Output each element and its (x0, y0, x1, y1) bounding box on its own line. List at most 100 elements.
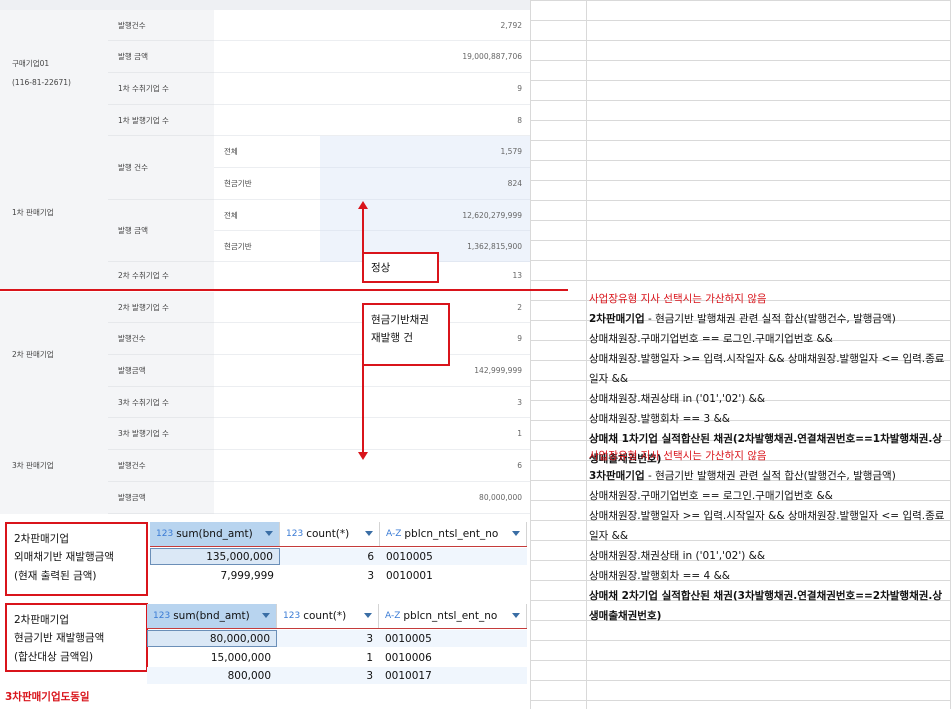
rule-warning: 사업장유형 지사 선택시는 가산하지 않음 (589, 293, 767, 305)
column-header-sum[interactable]: 123 sum(bnd_amt) (150, 522, 280, 546)
grid-cell[interactable]: 800,000 (147, 667, 277, 684)
table-row[interactable]: 800,000 3 0010017 (147, 667, 527, 684)
second-seller-foreign-note-box: 2차판매기업 외매채기반 재발행금액 (현재 출력된 금액) (5, 522, 148, 596)
rule-line: 상매채원장.발행일자 >= 입력.시작일자 && 상매채원장.발행일자 <= 입… (589, 509, 945, 542)
cash-reissue-note-line: 재발행 건 (371, 332, 413, 345)
rule-line: 상매채원장.채권상태 in ('01','02') && (589, 549, 766, 562)
row-label: 발행 건수 (108, 136, 214, 200)
cash-reissue-note-box: 현금기반채권 재발행 건 (362, 303, 450, 366)
rule-line: 상매채원장.발행회차 == 3 && (589, 412, 730, 425)
grid-cell[interactable]: 0010005 (379, 630, 527, 647)
row-label: 발행건수 (108, 450, 214, 482)
report-top-strip (0, 0, 530, 10)
row-label: 3차 발행기업 수 (108, 418, 214, 450)
rule-line: 상매채원장.구매기업번호 == 로그인.구매기업번호 && (589, 489, 833, 502)
row-value: 3 (214, 387, 530, 418)
spreadsheet-column-divider (586, 0, 587, 709)
row-label: 3차 수취기업 수 (108, 387, 214, 418)
numeric-type-icon: 123 (156, 529, 174, 539)
footer-note: 3차판매기업도동일 (5, 691, 90, 703)
table-row[interactable]: 7,999,999 3 0010001 (150, 567, 527, 584)
grid-cell[interactable]: 135,000,000 (150, 548, 280, 565)
row-value: 80,000,000 (214, 482, 530, 514)
row-value: 2,792 (214, 10, 530, 41)
row-label: 2차 수취기업 수 (108, 262, 214, 290)
grid-cell[interactable]: 3 (277, 667, 379, 684)
second-seller-cash-note-box: 2차판매기업 현금기반 재발행금액 (합산대상 금액임) (5, 603, 148, 672)
row-label: 발행 금액 (108, 41, 214, 73)
rule-title: 3차판매기업 (589, 469, 645, 482)
row-label: 발행건수 (108, 323, 214, 355)
rule-warning: 사업장유형 지사 선택시는 가산하지 않음 (589, 450, 767, 462)
third-seller-label: 3차 판매기업 (12, 461, 54, 471)
note-line: 현금기반 재발행금액 (14, 632, 105, 645)
numeric-type-icon: 123 (286, 529, 304, 539)
sort-dropdown-icon[interactable] (512, 613, 520, 618)
sub-row-label: 현금기반 (214, 231, 320, 262)
note-line: 외매채기반 재발행금액 (14, 551, 114, 564)
rule-desc: - 현금기반 발행채권 관련 실적 합산(발행건수, 발행금액) (644, 312, 896, 325)
row-label: 발행건수 (108, 10, 214, 41)
table-row[interactable]: 15,000,000 1 0010006 (147, 649, 527, 666)
rule-line: 상매채원장.채권상태 in ('01','02') && (589, 392, 766, 405)
column-header-sum[interactable]: 123 sum(bnd_amt) (147, 604, 277, 628)
grid-cell[interactable]: 3 (280, 567, 380, 584)
sort-dropdown-icon[interactable] (265, 531, 273, 536)
numeric-type-icon: 123 (283, 611, 301, 621)
note-line: (합산대상 금액임) (14, 650, 94, 663)
sort-dropdown-icon[interactable] (512, 531, 520, 536)
grid-cell[interactable]: 0010006 (379, 649, 527, 666)
row-label: 1차 발행기업 수 (108, 105, 214, 136)
grid-cell[interactable]: 0010017 (379, 667, 527, 684)
first-seller-group-cell: 1차 판매기업 (0, 136, 108, 290)
second-seller-label: 2차 판매기업 (12, 350, 54, 360)
column-header-count[interactable]: 123 count(*) (280, 522, 380, 546)
sub-row-label: 전체 (214, 136, 320, 168)
arrow-down-icon (358, 452, 368, 460)
second-seller-rule-text: 사업장유형 지사 선택시는 가산하지 않음 2차판매기업 - 현금기반 발행채권… (589, 290, 949, 469)
sort-dropdown-icon[interactable] (365, 531, 373, 536)
grid-cell[interactable]: 1 (277, 649, 379, 666)
first-seller-label: 1차 판매기업 (12, 208, 54, 218)
rule-line: 상매채 2차기업 실적합산된 채권(3차발행채권.연결채권번호==2차발행채권.… (589, 589, 943, 622)
table-row[interactable]: 80,000,000 3 0010005 (147, 630, 527, 647)
normal-note-box: 정상 (362, 252, 439, 283)
column-header-count[interactable]: 123 count(*) (277, 604, 379, 628)
row-label: 1차 수취기업 수 (108, 73, 214, 105)
row-value: 1 (214, 418, 530, 450)
second-seller-group-cell: 2차 판매기업 (0, 292, 108, 418)
rule-line: 상매채원장.발행일자 >= 입력.시작일자 && 상매채원장.발행일자 <= 입… (589, 352, 945, 385)
arrow-line-upper (362, 208, 364, 252)
grid-cell[interactable]: 7,999,999 (150, 567, 280, 584)
numeric-type-icon: 123 (153, 611, 171, 621)
grid-cell[interactable]: 15,000,000 (147, 649, 277, 666)
row-label: 발행 금액 (108, 200, 214, 262)
column-header-ent-no[interactable]: A-Z pblcn_ntsl_ent_no (380, 522, 527, 546)
grid-cell[interactable]: 3 (277, 630, 379, 647)
grid-cell[interactable]: 0010001 (380, 567, 527, 584)
third-seller-group-cell: 3차 판매기업 (0, 418, 108, 514)
note-line: (현재 출력된 금액) (14, 569, 97, 582)
grid-cell[interactable]: 6 (280, 548, 380, 565)
grid-header: 123 sum(bnd_amt) 123 count(*) A-Z pblcn_… (147, 604, 527, 629)
sub-row-label: 전체 (214, 200, 320, 231)
table-row[interactable]: 135,000,000 6 0010005 (150, 548, 527, 565)
third-seller-rule-text: 사업장유형 지사 선택시는 가산하지 않음 3차판매기업 - 현금기반 발행채권… (589, 447, 949, 626)
row-label: 발행금액 (108, 355, 214, 387)
buyer-group-cell: 구매기업01 (116-81-22671) (0, 10, 108, 136)
row-value: 8 (214, 105, 530, 136)
grid-cell[interactable]: 0010005 (380, 548, 527, 565)
sort-dropdown-icon[interactable] (364, 613, 372, 618)
grid-header: 123 sum(bnd_amt) 123 count(*) A-Z pblcn_… (150, 522, 527, 547)
note-line: 2차판매기업 (14, 614, 69, 626)
row-value: 1,579 (320, 136, 530, 168)
sort-dropdown-icon[interactable] (262, 613, 270, 618)
column-header-ent-no[interactable]: A-Z pblcn_ntsl_ent_no (379, 604, 527, 628)
rule-line: 상매채원장.구매기업번호 == 로그인.구매기업번호 && (589, 332, 833, 345)
grid-cell[interactable]: 80,000,000 (147, 630, 277, 647)
arrow-line-lower (362, 366, 364, 453)
note-line: 2차판매기업 (14, 533, 69, 545)
row-value: 9 (214, 73, 530, 105)
normal-note-text: 정상 (371, 262, 391, 274)
sub-row-label: 현금기반 (214, 168, 320, 200)
